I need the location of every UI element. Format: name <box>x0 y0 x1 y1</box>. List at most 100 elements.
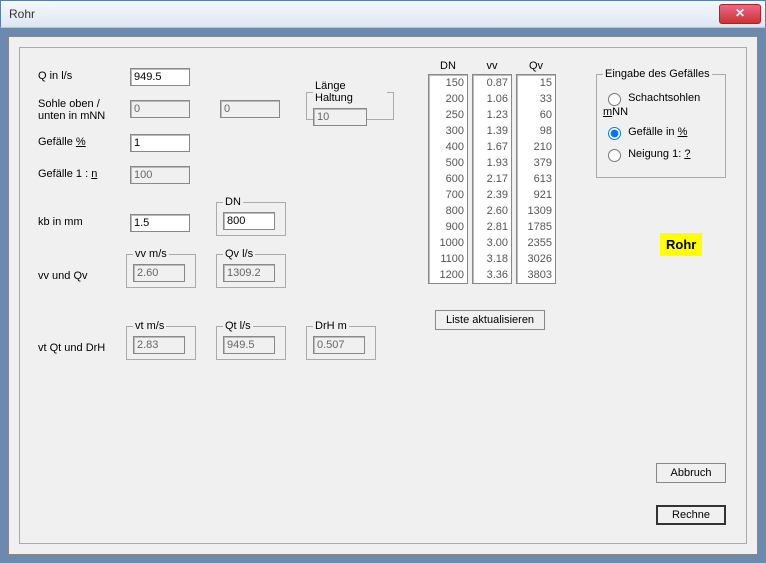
table-row[interactable]: 921 <box>517 187 555 203</box>
col-dn: DN 1502002503004005006007008009001000110… <box>428 60 468 284</box>
table-row[interactable]: 15 <box>517 75 555 91</box>
legend-eingabe: Eingabe des Gefälles <box>603 68 712 80</box>
legend-vv: vv m/s <box>133 248 169 260</box>
table-row[interactable]: 1.06 <box>473 91 511 107</box>
table-row[interactable]: 600 <box>429 171 467 187</box>
fieldset-qt: Qt l/s <box>216 320 286 360</box>
table-row[interactable]: 98 <box>517 123 555 139</box>
input-laenge[interactable] <box>313 108 367 126</box>
head-vv: vv <box>472 60 512 74</box>
table-row[interactable]: 379 <box>517 155 555 171</box>
button-rechne[interactable]: Rechne <box>656 505 726 525</box>
window-title: Rohr <box>9 7 35 21</box>
input-gef1n[interactable] <box>130 166 190 184</box>
listbox-dn[interactable]: 1502002503004005006007008009001000110012… <box>428 74 468 284</box>
table-row[interactable]: 1.39 <box>473 123 511 139</box>
fieldset-eingabe-gefaelle: Eingabe des Gefälles Schachtsohlen mNN G… <box>596 68 726 178</box>
input-vt[interactable] <box>133 336 185 354</box>
fieldset-laenge: Länge Haltung <box>306 80 394 120</box>
fieldset-drh: DrH m <box>306 320 376 360</box>
table-row[interactable]: 1200 <box>429 267 467 283</box>
table-row[interactable]: 2.60 <box>473 203 511 219</box>
table-row[interactable]: 1.67 <box>473 139 511 155</box>
window-body: Q in l/s Sohle oben / unten in mNN Gefäl… <box>8 36 758 555</box>
input-sohle-unten[interactable] <box>220 100 280 118</box>
table-row[interactable]: 2355 <box>517 235 555 251</box>
main-panel: Q in l/s Sohle oben / unten in mNN Gefäl… <box>19 47 747 544</box>
table-row[interactable]: 1785 <box>517 219 555 235</box>
table-row[interactable]: 3.36 <box>473 267 511 283</box>
input-drh[interactable] <box>313 336 365 354</box>
table-row[interactable]: 60 <box>517 107 555 123</box>
label-sohle: Sohle oben / unten in mNN <box>38 98 128 122</box>
input-dn[interactable] <box>223 212 275 230</box>
radio-neigung[interactable]: Neigung 1: ? <box>603 146 719 162</box>
table-row[interactable]: 800 <box>429 203 467 219</box>
table-row[interactable]: 400 <box>429 139 467 155</box>
table-row[interactable]: 2.39 <box>473 187 511 203</box>
legend-laenge: Länge Haltung <box>313 80 387 104</box>
table-row[interactable]: 613 <box>517 171 555 187</box>
head-dn: DN <box>428 60 468 74</box>
table-row[interactable]: 200 <box>429 91 467 107</box>
table-row[interactable]: 33 <box>517 91 555 107</box>
table-row[interactable]: 1.93 <box>473 155 511 171</box>
legend-vt: vt m/s <box>133 320 166 332</box>
radio-neigung-input[interactable] <box>608 149 621 162</box>
table-row[interactable]: 250 <box>429 107 467 123</box>
table-row[interactable]: 1000 <box>429 235 467 251</box>
table-row[interactable]: 150 <box>429 75 467 91</box>
titlebar: Rohr ✕ <box>0 0 766 28</box>
label-gef1n: Gefälle 1 : n <box>38 168 97 180</box>
legend-qt: Qt l/s <box>223 320 253 332</box>
radio-schachtsohlen[interactable]: Schachtsohlen mNN <box>603 90 719 118</box>
table-row[interactable]: 210 <box>517 139 555 155</box>
head-qv: Qv <box>516 60 556 74</box>
input-vv[interactable] <box>133 264 185 282</box>
table-row[interactable]: 1309 <box>517 203 555 219</box>
table-row[interactable]: 2.81 <box>473 219 511 235</box>
fieldset-dn: DN <box>216 196 286 236</box>
radio-gefaelle-prozent[interactable]: Gefälle in % <box>603 124 719 140</box>
rohr-badge: Rohr <box>660 233 702 256</box>
input-qt[interactable] <box>223 336 275 354</box>
table-row[interactable]: 900 <box>429 219 467 235</box>
col-vv: vv 0.871.061.231.391.671.932.172.392.602… <box>472 60 512 284</box>
listbox-qv[interactable]: 1533609821037961392113091785235530263803 <box>516 74 556 284</box>
label-vvqv: vv und Qv <box>38 270 88 282</box>
table-row[interactable]: 300 <box>429 123 467 139</box>
listbox-vv[interactable]: 0.871.061.231.391.671.932.172.392.602.81… <box>472 74 512 284</box>
legend-qv: Qv l/s <box>223 248 255 260</box>
button-abbruch[interactable]: Abbruch <box>656 463 726 483</box>
label-kb: kb in mm <box>38 216 83 228</box>
table-row[interactable]: 1.23 <box>473 107 511 123</box>
label-gefpct: Gefälle % <box>38 136 86 148</box>
input-sohle-oben[interactable] <box>130 100 190 118</box>
input-qv[interactable] <box>223 264 275 282</box>
table-row[interactable]: 500 <box>429 155 467 171</box>
table-row[interactable]: 0.87 <box>473 75 511 91</box>
table-row[interactable]: 3.18 <box>473 251 511 267</box>
table-row[interactable]: 3026 <box>517 251 555 267</box>
table-row[interactable]: 1100 <box>429 251 467 267</box>
legend-dn: DN <box>223 196 243 208</box>
label-vtqtdrh: vt Qt und DrH <box>38 342 105 354</box>
legend-drh: DrH m <box>313 320 349 332</box>
table-row[interactable]: 3.00 <box>473 235 511 251</box>
button-liste-aktualisieren[interactable]: Liste aktualisieren <box>435 310 545 330</box>
label-q: Q in l/s <box>38 70 72 82</box>
fieldset-vv: vv m/s <box>126 248 196 288</box>
radio-gefaelle-prozent-input[interactable] <box>608 127 621 140</box>
input-gefpct[interactable] <box>130 134 190 152</box>
table-row[interactable]: 2.17 <box>473 171 511 187</box>
col-qv: Qv 1533609821037961392113091785235530263… <box>516 60 556 284</box>
results-table: DN 1502002503004005006007008009001000110… <box>428 60 556 284</box>
input-kb[interactable] <box>130 214 190 232</box>
table-row[interactable]: 700 <box>429 187 467 203</box>
close-button[interactable]: ✕ <box>719 4 761 24</box>
radio-schachtsohlen-input[interactable] <box>608 93 621 106</box>
input-q[interactable] <box>130 68 190 86</box>
table-row[interactable]: 3803 <box>517 267 555 283</box>
fieldset-vt: vt m/s <box>126 320 196 360</box>
fieldset-qv: Qv l/s <box>216 248 286 288</box>
